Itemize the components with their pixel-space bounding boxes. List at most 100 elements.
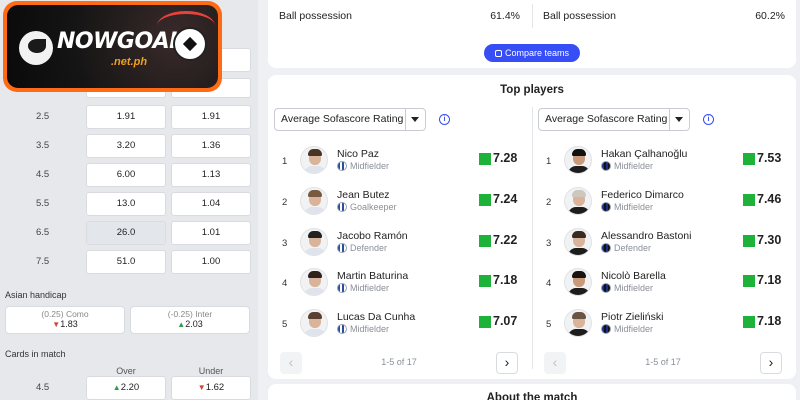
possession-card: Ball possession 61.4% Ball possession 60… xyxy=(268,0,796,68)
odds-line: 7.5 xyxy=(36,256,50,267)
handicap-away-odds: 2.03 xyxy=(185,319,203,329)
about-match-title: About the match xyxy=(486,392,578,400)
logo-background: NOWGOAL .net.ph xyxy=(7,5,218,88)
info-icon[interactable]: i xyxy=(703,114,714,125)
odds-row: 7.5 51.0 1.00 xyxy=(0,249,258,275)
player-rating: 7.28 xyxy=(493,151,518,165)
odds-down-icon: ▼ xyxy=(197,383,206,392)
player-avatar xyxy=(300,187,328,215)
player-row[interactable]: 1 Nico Paz Midfielder 7.28 xyxy=(274,142,532,182)
info-icon[interactable]: i xyxy=(439,114,450,125)
rating-indicator xyxy=(479,235,491,247)
top-players-card: Top players Average Sofascore Rating i 1… xyxy=(268,75,796,379)
player-position: Midfielder xyxy=(614,283,654,293)
player-rating: 7.22 xyxy=(493,233,518,247)
handicap-home-odds: 1.83 xyxy=(60,319,78,329)
player-row[interactable]: 4 Martin Baturina Midfielder 7.18 xyxy=(274,264,532,304)
rating-dropdown[interactable]: Average Sofascore Rating xyxy=(274,108,426,131)
player-row[interactable]: 4 Nicolò Barella Midfielder 7.18 xyxy=(538,264,796,304)
player-row[interactable]: 2 Federico Dimarco Midfielder 7.46 xyxy=(538,183,796,223)
pagination-count: 1-5 of 17 xyxy=(645,357,681,367)
rating-indicator xyxy=(743,316,755,328)
handicap-away-odds-wrap: ▲2.03 xyxy=(131,319,249,329)
player-position: Goalkeeper xyxy=(350,202,397,212)
club-badge-icon xyxy=(601,324,611,334)
player-name: Federico Dimarco xyxy=(601,189,684,201)
rating-indicator xyxy=(479,275,491,287)
cards-over-odds: 2.20 xyxy=(120,382,140,393)
logo-wordmark: NOWGOAL xyxy=(57,29,183,54)
chevron-right-icon[interactable]: › xyxy=(760,352,782,374)
player-row[interactable]: 2 Jean Butez Goalkeeper 7.24 xyxy=(274,183,532,223)
odds-under-cell[interactable]: 1.04 xyxy=(171,192,251,216)
player-row[interactable]: 5 Piotr Zieliński Midfielder 7.18 xyxy=(538,305,796,345)
odds-over-cell[interactable]: 26.0 xyxy=(86,221,166,245)
possession-left-value: 61.4% xyxy=(490,10,520,22)
cards-under-cell[interactable]: ▼1.62 xyxy=(171,376,251,400)
odds-over-cell[interactable]: 3.20 xyxy=(86,134,166,158)
player-name: Piotr Zieliński xyxy=(601,311,664,323)
cards-under-odds: 1.62 xyxy=(205,382,225,393)
chevron-right-icon[interactable]: › xyxy=(496,352,518,374)
odds-under-cell[interactable]: 1.01 xyxy=(171,221,251,245)
player-rating: 7.46 xyxy=(757,192,782,206)
player-rank: 3 xyxy=(282,238,288,249)
odds-under-cell[interactable]: 1.36 xyxy=(171,134,251,158)
asian-handicap-label: Asian handicap xyxy=(5,290,67,300)
player-row[interactable]: 1 Hakan Çalhanoğlu Midfielder 7.53 xyxy=(538,142,796,182)
player-avatar xyxy=(564,146,592,174)
dropdown-value: Average Sofascore Rating xyxy=(545,113,668,125)
club-badge-icon xyxy=(337,243,347,253)
soccer-ball-icon xyxy=(173,27,207,61)
rating-indicator xyxy=(743,235,755,247)
odds-over-cell[interactable]: 13.0 xyxy=(86,192,166,216)
odds-line: 4.5 xyxy=(36,169,50,180)
odds-under-cell[interactable]: 1.91 xyxy=(171,105,251,129)
player-avatar xyxy=(300,228,328,256)
player-position-wrap: Midfielder xyxy=(601,202,653,212)
handicap-home-cell[interactable]: (0.25) Como ▼1.83 xyxy=(5,306,125,334)
odds-under-cell[interactable]: 1.00 xyxy=(171,250,251,274)
player-avatar xyxy=(564,228,592,256)
player-position: Midfielder xyxy=(614,161,654,171)
player-rating: 7.18 xyxy=(493,273,518,287)
odds-under-cell[interactable]: 1.13 xyxy=(171,163,251,187)
pagination: ‹ 1-5 of 17 › xyxy=(538,351,796,375)
odds-line: 3.5 xyxy=(36,140,50,151)
odds-up-icon: ▲ xyxy=(112,383,121,392)
club-badge-icon xyxy=(601,161,611,171)
handicap-away-cell[interactable]: (-0.25) Inter ▲2.03 xyxy=(130,306,250,334)
player-rating: 7.18 xyxy=(757,273,782,287)
player-name: Martin Baturina xyxy=(337,270,409,282)
player-rating: 7.53 xyxy=(757,151,782,165)
player-row[interactable]: 5 Lucas Da Cunha Midfielder 7.07 xyxy=(274,305,532,345)
odds-over-cell[interactable]: 1.91 xyxy=(86,105,166,129)
compare-teams-button[interactable]: Compare teams xyxy=(484,44,580,62)
cards-row: 4.5 ▲2.20 ▼1.62 xyxy=(0,375,258,400)
odds-panel: 2.5 1.91 1.91 3.5 3.20 1.36 4.5 6.00 1.1… xyxy=(0,0,258,400)
possession-right-label: Ball possession xyxy=(543,10,616,22)
cards-over-cell[interactable]: ▲2.20 xyxy=(86,376,166,400)
player-row[interactable]: 3 Jacobo Ramón Defender 7.22 xyxy=(274,224,532,264)
divider xyxy=(532,4,533,28)
player-row[interactable]: 3 Alessandro Bastoni Defender 7.30 xyxy=(538,224,796,264)
player-position: Midfielder xyxy=(350,161,390,171)
site-logo[interactable]: NOWGOAL .net.ph xyxy=(3,1,222,92)
logo-domain: .net.ph xyxy=(111,56,148,68)
top-players-title: Top players xyxy=(500,84,564,96)
player-position-wrap: Midfielder xyxy=(337,161,389,171)
player-rank: 1 xyxy=(546,156,552,167)
odds-row: 2.5 1.91 1.91 xyxy=(0,104,258,130)
about-match-card: About the match xyxy=(268,384,796,400)
rating-indicator xyxy=(479,194,491,206)
odds-over-cell[interactable]: 6.00 xyxy=(86,163,166,187)
player-avatar xyxy=(300,309,328,337)
away-top-players: Average Sofascore Rating i 1 Hakan Çalha… xyxy=(538,107,796,379)
player-rating: 7.07 xyxy=(493,314,518,328)
odds-line: 5.5 xyxy=(36,198,50,209)
rating-dropdown[interactable]: Average Sofascore Rating xyxy=(538,108,690,131)
odds-over-cell[interactable]: 51.0 xyxy=(86,250,166,274)
player-rating: 7.30 xyxy=(757,233,782,247)
home-top-players: Average Sofascore Rating i 1 Nico Paz Mi… xyxy=(274,107,532,379)
player-position: Midfielder xyxy=(614,324,654,334)
